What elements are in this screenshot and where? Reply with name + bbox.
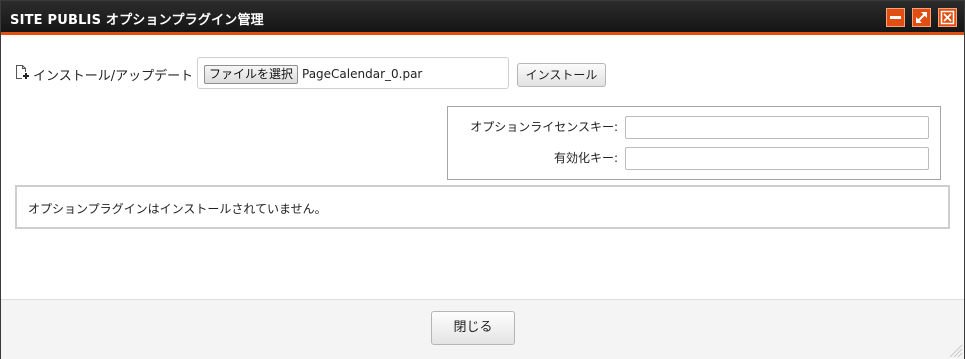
document-add-icon bbox=[16, 65, 30, 80]
window-title: SITE PUBLIS オプションプラグイン管理 bbox=[10, 13, 264, 28]
minimize-button[interactable] bbox=[886, 8, 905, 27]
resize-grip-icon[interactable] bbox=[947, 342, 963, 358]
window-titlebar[interactable]: SITE PUBLIS オプションプラグイン管理 bbox=[1, 1, 964, 35]
dialog-footer: 閉じる bbox=[1, 299, 964, 359]
close-window-button[interactable] bbox=[938, 8, 957, 27]
install-label: インストール/アップデート bbox=[33, 69, 194, 84]
license-key-panel: オプションライセンスキー: 有効化キー: bbox=[447, 106, 941, 180]
close-icon bbox=[940, 10, 955, 25]
activation-key-label: 有効化キー: bbox=[553, 151, 618, 165]
option-license-key-input[interactable] bbox=[625, 116, 929, 139]
plugin-manager-window: SITE PUBLIS オプションプラグイン管理 インストール/アップデート フ… bbox=[0, 0, 965, 359]
maximize-icon bbox=[916, 12, 927, 23]
minimize-icon bbox=[890, 16, 901, 19]
maximize-button[interactable] bbox=[912, 8, 931, 27]
status-message: オプションプラグインはインストールされていません。 bbox=[28, 202, 327, 216]
status-message-box: オプションプラグインはインストールされていません。 bbox=[15, 185, 950, 229]
option-license-key-label: オプションライセンスキー: bbox=[470, 120, 618, 134]
file-upload-field[interactable]: ファイルを選択 PageCalendar_0.par bbox=[197, 57, 509, 89]
close-button[interactable]: 閉じる bbox=[431, 311, 515, 345]
activation-key-input[interactable] bbox=[625, 147, 929, 170]
install-button[interactable]: インストール bbox=[517, 63, 606, 87]
selected-file-name: PageCalendar_0.par bbox=[302, 67, 423, 81]
choose-file-button[interactable]: ファイルを選択 bbox=[204, 65, 299, 84]
